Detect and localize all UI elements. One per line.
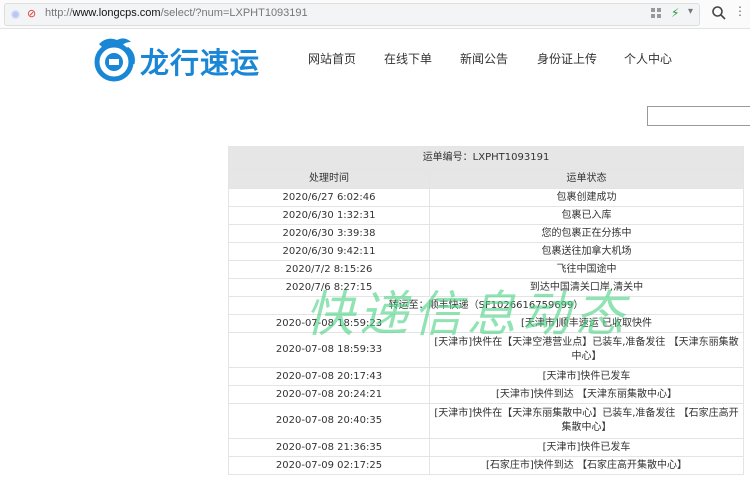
table-row: 2020/6/30 9:42:11 包裹送往加拿大机场 bbox=[228, 242, 744, 261]
chevron-down-icon[interactable]: ▾ bbox=[688, 6, 693, 17]
table-row: 2020/6/30 1:32:31 包裹已入库 bbox=[228, 206, 744, 225]
row-time: 2020/6/30 9:42:11 bbox=[228, 242, 430, 261]
column-header-status: 运单状态 bbox=[429, 169, 744, 189]
order-number-row: 运单编号：LXPHT1093191 bbox=[228, 146, 744, 170]
table-row: 2020-07-08 20:24:21 [天津市]快件到达 【天津东丽集散中心】 bbox=[228, 385, 744, 404]
table-row: 2020/6/30 3:39:38 您的包裹正在分拣中 bbox=[228, 224, 744, 243]
nav-home[interactable]: 网站首页 bbox=[308, 50, 356, 67]
row-time: 2020-07-08 18:59:23 bbox=[228, 314, 430, 333]
table-row: 2020/7/2 8:15:26 飞往中国途中 bbox=[228, 260, 744, 279]
row-time: 2020-07-08 20:17:43 bbox=[228, 367, 430, 386]
row-time: 2020/6/30 1:32:31 bbox=[228, 206, 430, 225]
table-row: 2020-07-08 20:40:35 [天津市]快件在【天津东丽集散中心】已装… bbox=[228, 403, 744, 439]
nav-order-online[interactable]: 在线下单 bbox=[384, 50, 432, 67]
lightning-icon[interactable]: ⚡ bbox=[671, 6, 679, 20]
table-row: 2020-07-08 18:59:23 [天津市]顺丰速运 已收取快件 bbox=[228, 314, 744, 333]
row-time: 2020/6/27 6:02:46 bbox=[228, 188, 430, 207]
row-status: [石家庄市]快件到达 【石家庄高开集散中心】 bbox=[429, 456, 744, 475]
row-status: [天津市]快件在【天津东丽集散中心】已装车,准备发往 【石家庄高开集散中心】 bbox=[429, 403, 744, 439]
site-info-icon[interactable] bbox=[11, 10, 20, 19]
row-status: [天津市]快件到达 【天津东丽集散中心】 bbox=[429, 385, 744, 404]
table-row: 2020-07-08 20:17:43 [天津市]快件已发车 bbox=[228, 367, 744, 386]
nav-news[interactable]: 新闻公告 bbox=[460, 50, 508, 67]
row-status: 飞往中国途中 bbox=[429, 260, 744, 279]
order-number: 运单编号：LXPHT1093191 bbox=[228, 146, 744, 170]
more-icon[interactable]: ⋮ bbox=[734, 4, 746, 18]
row-time: 2020-07-08 20:24:21 bbox=[228, 385, 430, 404]
nav-id-upload[interactable]: 身份证上传 bbox=[537, 50, 597, 67]
table-row: 2020/7/6 8:27:15 到达中国清关口岸,清关中 bbox=[228, 278, 744, 297]
row-status: 包裹创建成功 bbox=[429, 188, 744, 207]
table-row: 2020-07-09 02:17:25 [石家庄市]快件到达 【石家庄高开集散中… bbox=[228, 456, 744, 475]
row-time: 2020-07-09 02:17:25 bbox=[228, 456, 430, 475]
nav-user-center[interactable]: 个人中心 bbox=[624, 50, 672, 67]
search-icon[interactable] bbox=[711, 5, 727, 21]
row-status: [天津市]快件在【天津空港营业点】已装车,准备发往 【天津东丽集散中心】 bbox=[429, 332, 744, 368]
main-nav: 网站首页 在线下单 新闻公告 身份证上传 个人中心 bbox=[0, 50, 750, 70]
column-header-row: 处理时间 运单状态 bbox=[228, 169, 744, 189]
row-status: 您的包裹正在分拣中 bbox=[429, 224, 744, 243]
row-status: 到达中国清关口岸,清关中 bbox=[429, 278, 744, 297]
row-status: [天津市]顺丰速运 已收取快件 bbox=[429, 314, 744, 333]
row-time: 2020-07-08 20:40:35 bbox=[228, 403, 430, 439]
row-status: 包裹送往加拿大机场 bbox=[429, 242, 744, 261]
address-bar[interactable]: ⊘ http://www.longcps.com/select/?num=LXP… bbox=[4, 3, 700, 26]
row-status: [天津市]快件已发车 bbox=[429, 438, 744, 457]
row-time: 2020/6/30 3:39:38 bbox=[228, 224, 430, 243]
transfer-note: 转运至：顺丰快递（SF1026616759699） bbox=[228, 296, 744, 315]
table-row: 2020-07-08 21:36:35 [天津市]快件已发车 bbox=[228, 438, 744, 457]
browser-toolbar: ⊘ http://www.longcps.com/select/?num=LXP… bbox=[0, 0, 750, 29]
row-time: 2020-07-08 18:59:33 bbox=[228, 332, 430, 368]
row-time: 2020-07-08 21:36:35 bbox=[228, 438, 430, 457]
blocked-eye-icon[interactable]: ⊘ bbox=[27, 7, 36, 20]
row-status: 包裹已入库 bbox=[429, 206, 744, 225]
table-row: 2020-07-08 18:59:33 [天津市]快件在【天津空港营业点】已装车… bbox=[228, 332, 744, 368]
grid-icon[interactable] bbox=[651, 8, 662, 19]
transfer-row: 转运至：顺丰快递（SF1026616759699） bbox=[228, 296, 744, 315]
row-time: 2020/7/6 8:27:15 bbox=[228, 278, 430, 297]
tracking-search-input[interactable] bbox=[647, 106, 750, 126]
tracking-table: 运单编号：LXPHT1093191 处理时间 运单状态 2020/6/27 6:… bbox=[228, 146, 744, 475]
table-row: 2020/6/27 6:02:46 包裹创建成功 bbox=[228, 188, 744, 207]
row-time: 2020/7/2 8:15:26 bbox=[228, 260, 430, 279]
row-status: [天津市]快件已发车 bbox=[429, 367, 744, 386]
column-header-time: 处理时间 bbox=[228, 169, 430, 189]
url-text[interactable]: http://www.longcps.com/select/?num=LXPHT… bbox=[45, 7, 308, 19]
